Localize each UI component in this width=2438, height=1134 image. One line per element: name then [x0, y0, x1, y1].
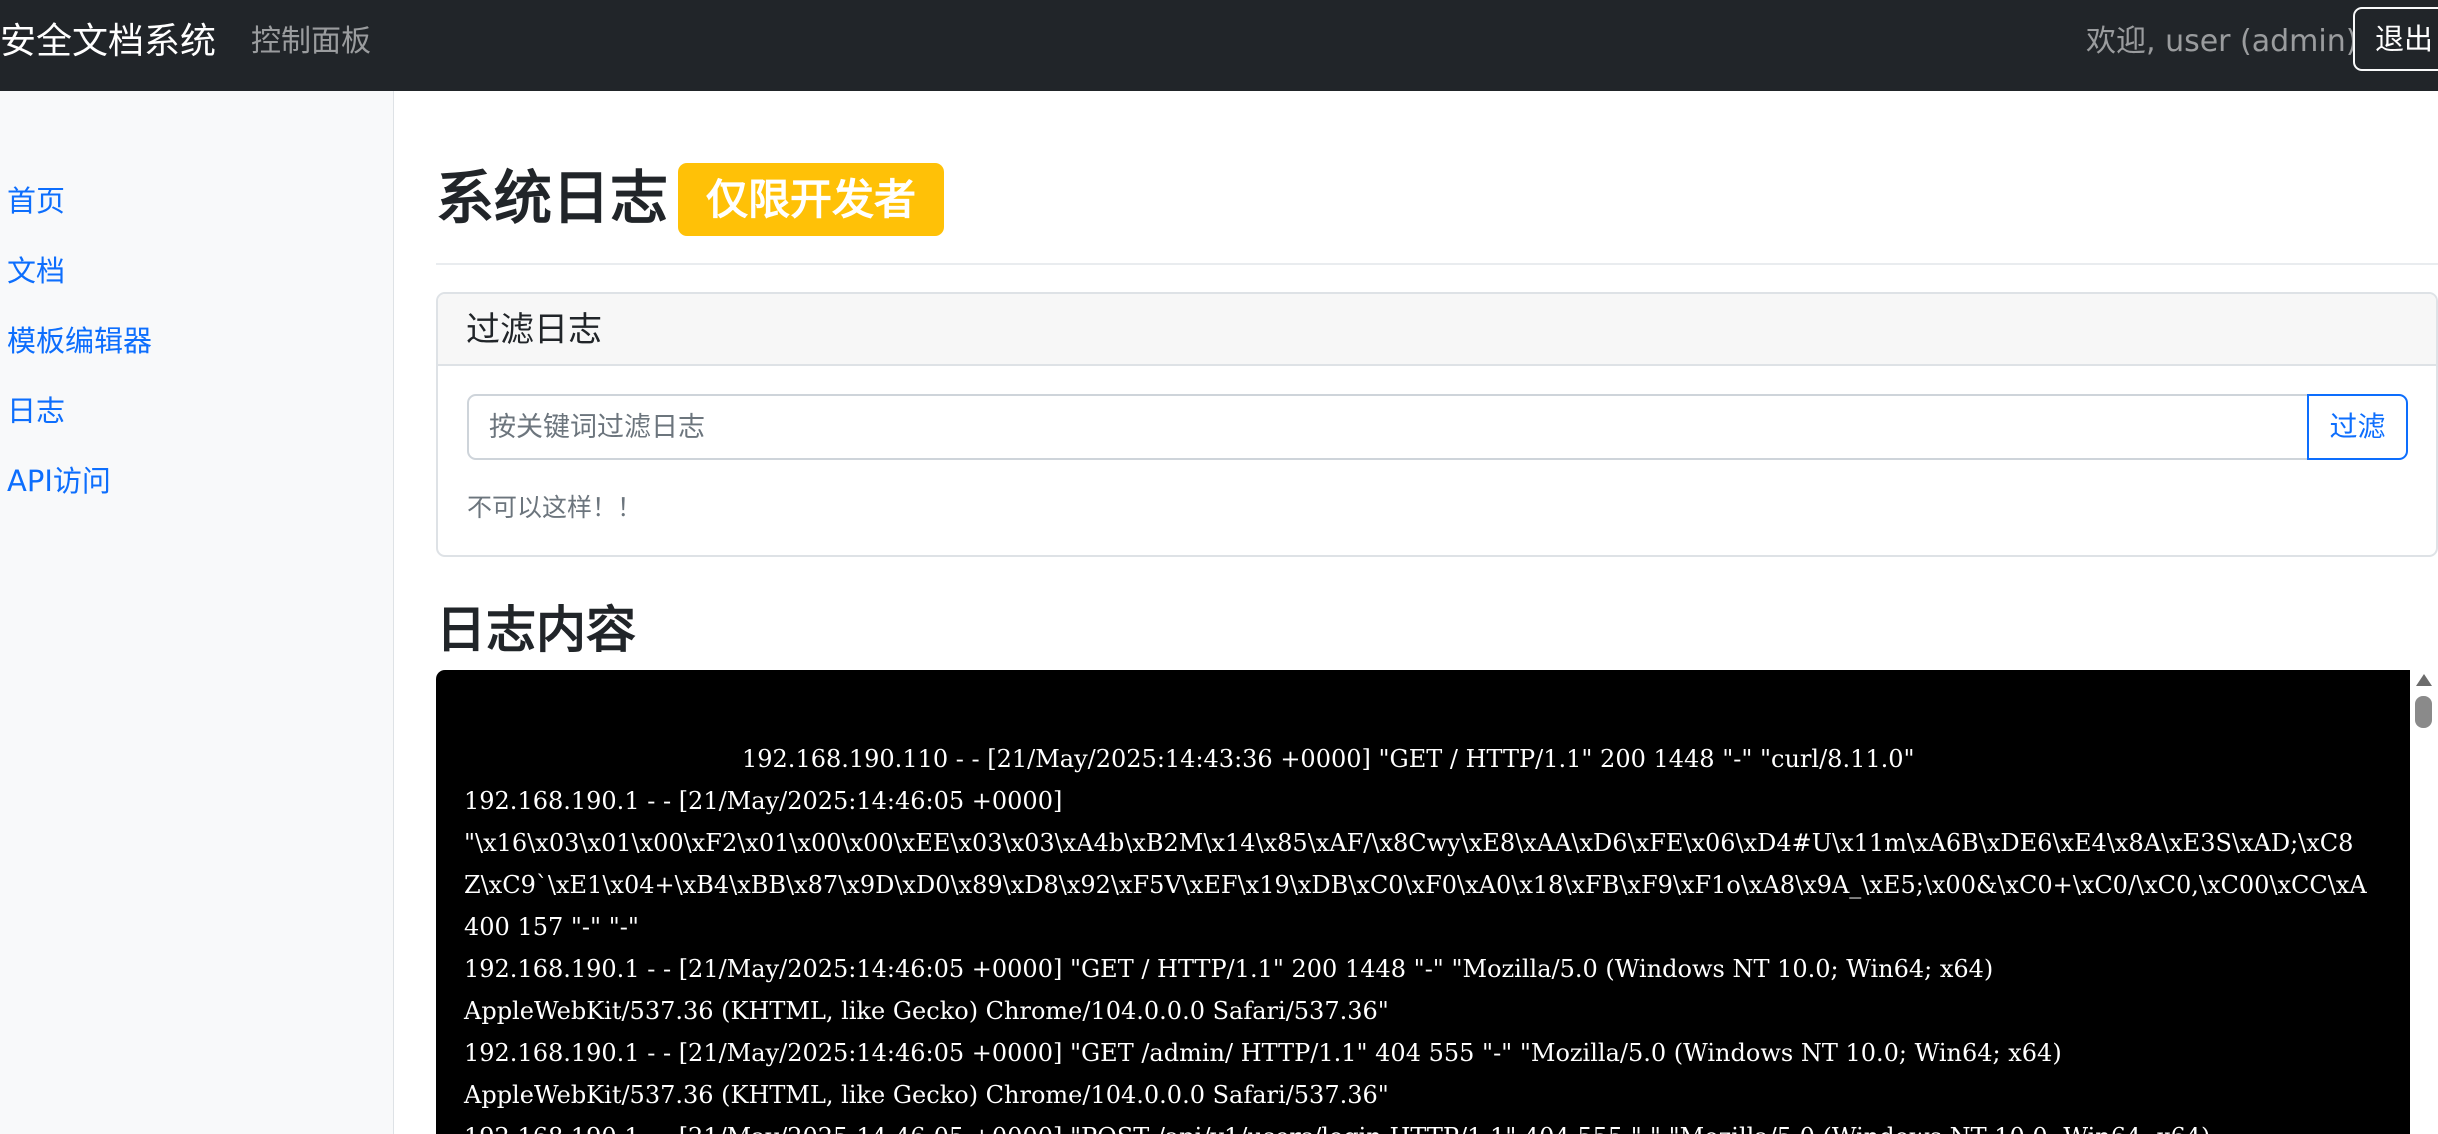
page-title: 系统日志	[436, 164, 669, 232]
scroll-up-arrow-icon[interactable]	[2416, 674, 2432, 686]
brand-link[interactable]: 安全文档系统	[0, 18, 216, 66]
dashboard-link[interactable]: 控制面板	[251, 22, 371, 62]
log-line: 192.168.190.110 - - [21/May/2025:14:43:3…	[742, 745, 1915, 773]
log-line: 192.168.190.1 - - [21/May/2025:14:46:05 …	[464, 1116, 2210, 1134]
log-line: 400 157 "-" "-"	[464, 913, 639, 941]
log-line: AppleWebKit/537.36 (KHTML, like Gecko) C…	[464, 1081, 1389, 1109]
log-line: 192.168.190.1 - - [21/May/2025:14:46:05 …	[464, 1039, 2062, 1067]
sidebar-item-logs[interactable]: 日志	[7, 391, 65, 431]
filter-button[interactable]: 过滤	[2307, 394, 2408, 460]
log-content-title: 日志内容	[436, 601, 636, 659]
welcome-text: 欢迎, user (admin)	[2086, 24, 2358, 59]
filter-card-header: 过滤日志	[438, 294, 2436, 366]
log-line: 192.168.190.1 - - [21/May/2025:14:46:05 …	[464, 955, 1994, 983]
sidebar: 首页 文档 模板编辑器 日志 API访问	[0, 91, 394, 1134]
log-line: AppleWebKit/537.36 (KHTML, like Gecko) C…	[464, 997, 1389, 1025]
developer-only-badge: 仅限开发者	[678, 163, 945, 236]
top-navbar: 安全文档系统 控制面板 欢迎, user (admin) 退出	[0, 0, 2438, 91]
logout-button[interactable]: 退出	[2353, 7, 2438, 71]
filter-card-title: 过滤日志	[466, 310, 602, 350]
log-filter-input[interactable]	[467, 394, 2309, 460]
log-line: "\x16\x03\x01\x00\xF2\x01\x00\x00\xEE\x0…	[464, 829, 2354, 857]
sidebar-item-documents[interactable]: 文档	[7, 251, 65, 291]
sidebar-item-api-access[interactable]: API访问	[7, 461, 111, 501]
sidebar-item-template-editor[interactable]: 模板编辑器	[7, 321, 152, 361]
title-divider	[436, 263, 2438, 265]
sidebar-item-home[interactable]: 首页	[7, 181, 65, 221]
log-output[interactable]: 192.168.190.110 - - [21/May/2025:14:43:3…	[436, 670, 2410, 1134]
log-scrollbar[interactable]	[2410, 670, 2438, 1134]
filter-warning-text: 不可以这样！！	[467, 493, 643, 522]
log-line: 192.168.190.1 - - [21/May/2025:14:46:05 …	[464, 787, 1063, 815]
scroll-thumb[interactable]	[2415, 696, 2432, 728]
filter-card: 过滤日志 过滤 不可以这样！！	[436, 292, 2438, 557]
log-line: Z\xC9`\xE1\x04+\xB4\xBB\x87\x9D\xD0\x89\…	[464, 871, 2367, 899]
